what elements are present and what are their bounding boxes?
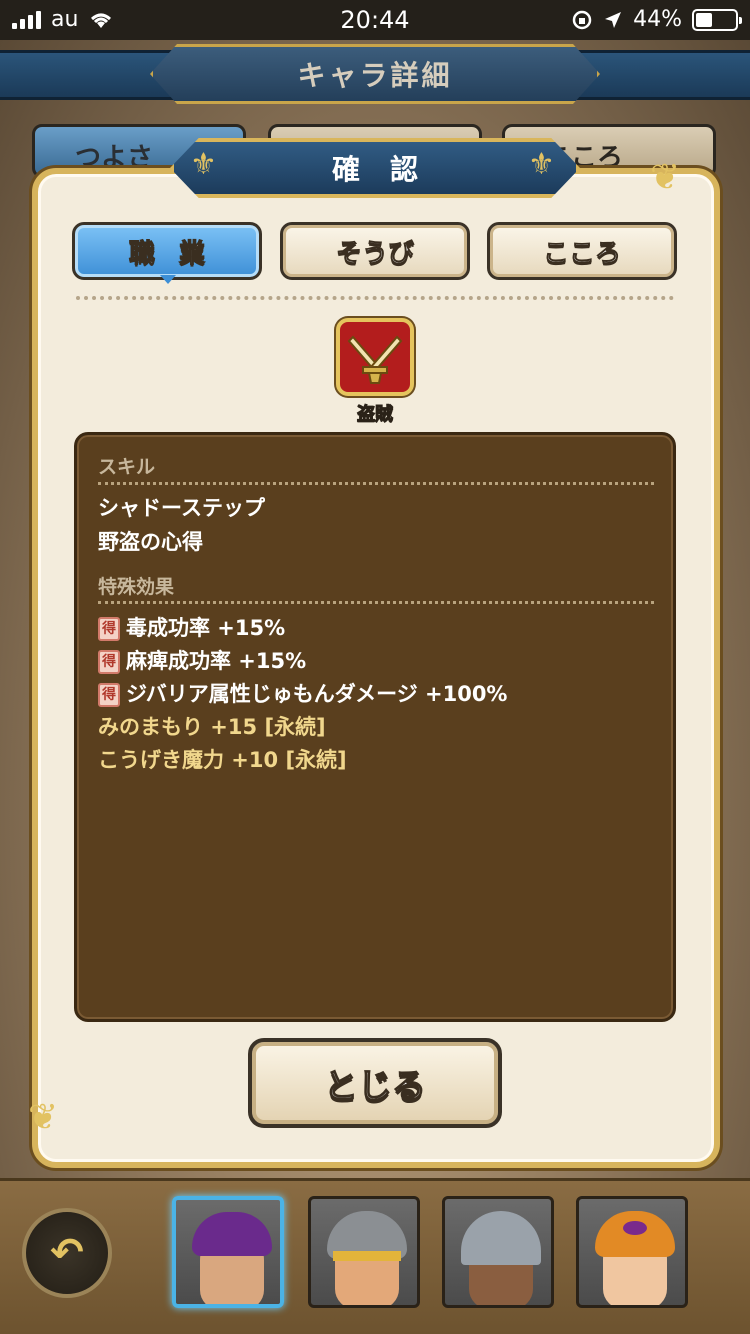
effect-text: 毒成功率 +15% <box>126 616 286 640</box>
return-arrow-icon[interactable]: ↶ <box>22 1208 112 1298</box>
effect-item: 得ジバリア属性じゅもんダメージ +100% <box>98 678 507 708</box>
party-member-4[interactable] <box>576 1196 688 1308</box>
tab-job[interactable]: 職業 <box>72 222 262 280</box>
corner-ornament-icon: ❦ <box>650 157 681 198</box>
tab-equipment[interactable]: そうび <box>280 222 470 280</box>
screen-title: キャラ詳細 <box>150 44 600 104</box>
effects-heading: 特殊効果 <box>98 576 175 598</box>
party-member-2[interactable] <box>308 1196 420 1308</box>
section-divider <box>98 482 654 485</box>
close-button[interactable]: とじる <box>248 1038 502 1128</box>
party-member-1[interactable] <box>172 1196 284 1308</box>
bonus-badge: 得 <box>98 650 120 674</box>
character-helmet <box>461 1211 541 1265</box>
effect-item: みのまもり +15 [永続] <box>98 715 326 739</box>
bonus-badge: 得 <box>98 683 120 707</box>
effect-item: こうげき魔力 +10 [永続] <box>98 748 347 772</box>
effect-text: ジバリア属性じゅもんダメージ +100% <box>126 682 508 706</box>
bonus-badge: 得 <box>98 617 120 641</box>
job-name: 盗賊 <box>357 404 394 426</box>
active-tab-pointer <box>160 275 176 284</box>
party-member-3[interactable] <box>442 1196 554 1308</box>
fleur-de-lis-icon: ⚜ <box>190 147 217 182</box>
section-divider <box>98 601 654 604</box>
corner-ornament-icon: ❦ <box>28 1097 59 1138</box>
skill-heading: スキル <box>98 456 156 478</box>
rotation-lock-icon <box>572 10 592 29</box>
location-icon <box>605 11 622 28</box>
helmet-band <box>333 1251 401 1261</box>
battery-icon <box>692 8 742 31</box>
effect-text: 麻痺成功率 +15% <box>126 649 307 673</box>
tab-heart[interactable]: こころ <box>487 222 677 280</box>
effect-item: 得麻痺成功率 +15% <box>98 645 306 675</box>
fleur-de-lis-icon: ⚜ <box>528 147 555 182</box>
effect-item: 得毒成功率 +15% <box>98 612 285 642</box>
skill-item: シャドーステップ <box>98 496 265 520</box>
battery-percent: 44% <box>633 7 682 32</box>
skill-item: 野盗の心得 <box>98 530 203 554</box>
status-bar: au 20:44 44% <box>0 0 750 40</box>
dialog-title: 確認 <box>170 138 580 198</box>
divider <box>76 296 674 300</box>
crossed-daggers-icon <box>336 318 414 396</box>
character-hair <box>192 1212 272 1256</box>
hat-emblem <box>623 1221 647 1235</box>
